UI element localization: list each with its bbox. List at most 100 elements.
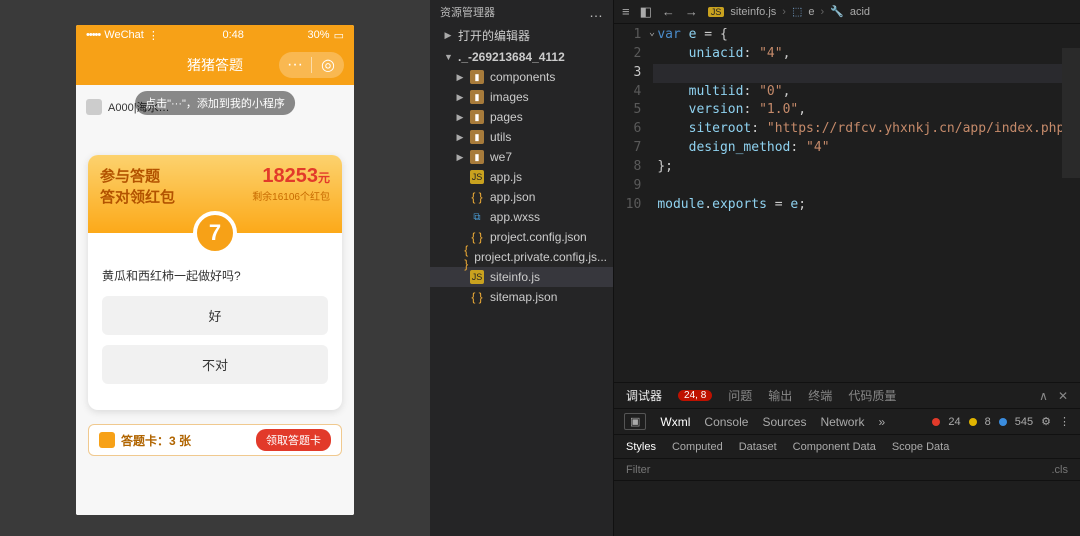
- file-label: app.js: [490, 170, 522, 184]
- file-icon: ⧉: [470, 210, 484, 224]
- wrench-icon: 🔧: [830, 5, 844, 18]
- folder-components[interactable]: ▶▮components: [430, 67, 613, 87]
- add-miniprogram-tooltip[interactable]: 点击"···"，添加到我的小程序: [135, 91, 295, 115]
- inspect-element-icon[interactable]: ▣: [624, 413, 646, 430]
- file-sitemap.json[interactable]: { }sitemap.json: [430, 287, 613, 307]
- panel-close-icon[interactable]: ✕: [1058, 389, 1068, 403]
- file-label: app.wxss: [490, 210, 540, 224]
- nav-bar: 猪猪答题 ··· ◎: [76, 45, 354, 85]
- folder-pages[interactable]: ▶▮pages: [430, 107, 613, 127]
- ticket-count-label: 答题卡：3 张: [121, 432, 191, 449]
- nav-back-icon[interactable]: ←: [662, 4, 675, 19]
- tab-output[interactable]: 输出: [768, 387, 792, 404]
- error-dot-icon: [932, 418, 940, 426]
- gear-icon[interactable]: ⚙: [1041, 415, 1051, 428]
- folder-images[interactable]: ▶ ▮ images: [430, 87, 613, 107]
- file-app.js[interactable]: JSapp.js: [430, 167, 613, 187]
- style-tab-scope-data[interactable]: Scope Data: [892, 441, 949, 453]
- breadcrumb-sym2: acid: [850, 6, 870, 18]
- folder-label: pages: [490, 110, 523, 124]
- tool-tab-console[interactable]: Console: [704, 415, 748, 429]
- chevron-right-icon: ▶: [456, 92, 464, 103]
- styles-filter-input[interactable]: Filter: [626, 464, 650, 476]
- style-tab-styles[interactable]: Styles: [626, 441, 656, 453]
- open-editors-section[interactable]: ▶ 打开的编辑器: [430, 24, 613, 47]
- style-tab-dataset[interactable]: Dataset: [739, 441, 777, 453]
- info-dot-icon: [999, 418, 1007, 426]
- carrier-label: WeChat: [104, 29, 144, 41]
- answer-option-1[interactable]: 不对: [102, 345, 328, 384]
- tool-tab-network[interactable]: Network: [820, 415, 864, 429]
- explorer-title: 资源管理器: [440, 4, 495, 20]
- chevron-right-icon: ▶: [444, 30, 452, 41]
- code-content[interactable]: var e = { uniacid: "4", acid: "4", multi…: [653, 26, 1080, 382]
- chevron-right-icon: ▶: [456, 152, 464, 163]
- warn-count[interactable]: 8: [985, 416, 991, 428]
- bookmark-icon[interactable]: ◧: [640, 4, 652, 20]
- folder-label: images: [490, 90, 529, 104]
- chevron-right-icon: ▶: [456, 132, 464, 143]
- style-tab-component-data[interactable]: Component Data: [793, 441, 876, 453]
- quiz-card: 参与答题 答对领红包 18253元 剩余16106个红包 7 黄瓜和西红柿一起做…: [88, 155, 342, 410]
- file-label: sitemap.json: [490, 290, 557, 304]
- status-time: 0:48: [222, 29, 243, 41]
- breadcrumb[interactable]: JS siteinfo.js › ⬚ e › 🔧 acid: [708, 5, 870, 18]
- explorer-panel: 资源管理器 … ▶ 打开的编辑器 ▼ ._-269213684_4112 ▶▮c…: [430, 0, 614, 536]
- tab-problems[interactable]: 问题: [728, 387, 752, 404]
- code-line-2[interactable]: uniacid: "4",: [653, 45, 1080, 64]
- warn-dot-icon: [969, 418, 977, 426]
- debugger-panel: 调试器 24, 8 问题 输出 终端 代码质量 ∧ ✕ ▣ Wxml Conso…: [614, 382, 1080, 536]
- code-line-7[interactable]: design_method: "4": [653, 139, 1080, 158]
- tool-tab-wxml[interactable]: Wxml: [660, 415, 690, 429]
- file-app.wxss[interactable]: ⧉ app.wxss: [430, 207, 613, 227]
- cls-toggle[interactable]: .cls: [1052, 464, 1069, 476]
- code-line-9[interactable]: [653, 177, 1080, 196]
- project-root[interactable]: ▼ ._-269213684_4112: [430, 47, 613, 67]
- code-line-6[interactable]: siteroot: "https://rdfcv.yhxnkj.cn/app/i…: [653, 120, 1080, 139]
- tool-tab-more-icon[interactable]: »: [878, 415, 885, 429]
- code-line-1[interactable]: var e = {: [653, 26, 1080, 45]
- style-tab-computed[interactable]: Computed: [672, 441, 723, 453]
- code-line-4[interactable]: multiid: "0",: [653, 83, 1080, 102]
- explorer-more-icon[interactable]: …: [589, 4, 603, 20]
- capsule-menu-button[interactable]: ···: [279, 56, 311, 74]
- style-tabs: Styles Computed Dataset Component Data S…: [614, 435, 1080, 459]
- tab-code-quality[interactable]: 代码质量: [848, 387, 896, 404]
- folder-icon: ▮: [470, 130, 484, 144]
- editor-panel: ≡ ◧ ← → JS siteinfo.js › ⬚ e › 🔧 acid 12…: [614, 0, 1080, 536]
- panel-up-icon[interactable]: ∧: [1039, 389, 1048, 403]
- file-label: app.json: [490, 190, 535, 204]
- folder-icon: ▮: [470, 90, 484, 104]
- kebab-icon[interactable]: ⋮: [1059, 415, 1070, 428]
- minimap[interactable]: [1062, 48, 1080, 178]
- code-line-10[interactable]: module.exports = e;: [653, 196, 1080, 215]
- file-project.config.json[interactable]: { }project.config.json: [430, 227, 613, 247]
- info-count[interactable]: 545: [1015, 416, 1033, 428]
- answer-option-0[interactable]: 好: [102, 296, 328, 335]
- editor-topbar: ≡ ◧ ← → JS siteinfo.js › ⬚ e › 🔧 acid: [614, 0, 1080, 24]
- folder-label: components: [490, 70, 555, 84]
- line-gutter: 12345678910: [614, 26, 653, 382]
- signal-dots-icon: [86, 29, 100, 41]
- file-siteinfo.js[interactable]: JSsiteinfo.js: [430, 267, 613, 287]
- nav-forward-icon[interactable]: →: [685, 4, 698, 19]
- file-label: project.config.json: [490, 230, 587, 244]
- capsule-close-button[interactable]: ◎: [312, 55, 344, 75]
- chevron-right-icon: ▶: [456, 72, 464, 83]
- fold-icon[interactable]: ⌄: [649, 26, 655, 41]
- wifi-icon: ⋮: [148, 29, 159, 42]
- file-project.private.config.js...[interactable]: { }project.private.config.js...: [430, 247, 613, 267]
- tab-terminal[interactable]: 终端: [808, 387, 832, 404]
- code-line-8[interactable]: };: [653, 158, 1080, 177]
- chevron-right-icon: ▶: [456, 112, 464, 123]
- menu-icon[interactable]: ≡: [622, 4, 630, 19]
- file-app.json[interactable]: { }app.json: [430, 187, 613, 207]
- folder-utils[interactable]: ▶▮utils: [430, 127, 613, 147]
- claim-ticket-button[interactable]: 领取答题卡: [256, 429, 331, 451]
- code-area[interactable]: 12345678910 var e = { uniacid: "4", acid…: [614, 24, 1080, 382]
- error-count[interactable]: 24: [948, 416, 960, 428]
- tab-debugger[interactable]: 调试器: [626, 387, 662, 404]
- folder-we7[interactable]: ▶▮we7: [430, 147, 613, 167]
- tool-tab-sources[interactable]: Sources: [762, 415, 806, 429]
- code-line-5[interactable]: version: "1.0",: [653, 101, 1080, 120]
